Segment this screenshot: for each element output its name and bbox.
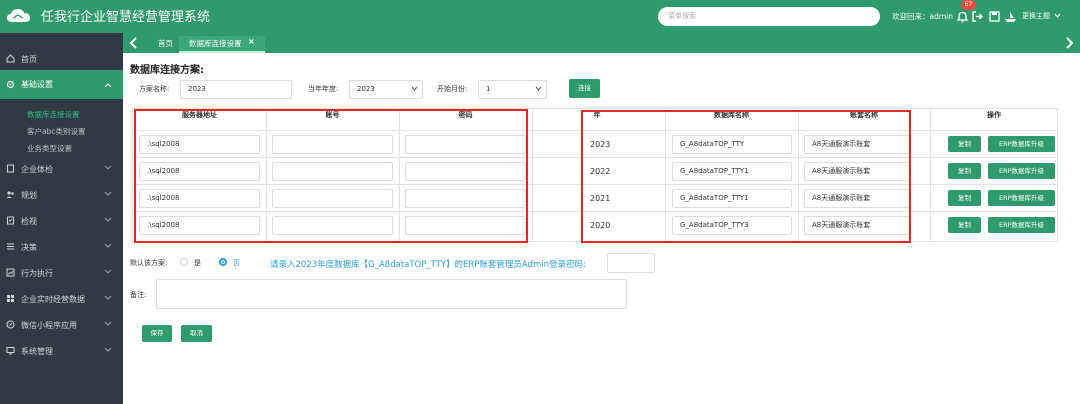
sidebar-item-label: 规划	[21, 191, 37, 200]
cancel-button[interactable]: 取消	[181, 325, 212, 342]
sidebar-item-label: 首页	[21, 55, 37, 64]
building-icon	[7, 164, 14, 173]
logout-icon[interactable]	[971, 10, 984, 23]
menu-search-input[interactable]: 菜单搜索	[658, 7, 880, 26]
welcome-text: 欢迎回来：admin	[892, 12, 953, 21]
save-disk-icon[interactable]	[988, 10, 1001, 23]
start-month-label: 开始月份:	[437, 85, 468, 93]
chart-icon	[6, 268, 15, 277]
copy-button[interactable]: 复制	[948, 163, 981, 179]
sidebar-item-realtime-data[interactable]: 企业实时经营数据	[0, 290, 123, 308]
chevron-down-icon	[104, 269, 112, 274]
chevron-down-icon	[104, 321, 112, 326]
bell-icon[interactable]	[956, 10, 969, 23]
radio-no-selected[interactable]	[219, 258, 227, 266]
sidebar-item-label: 行为执行	[21, 269, 53, 278]
erp-upgrade-button[interactable]: ERP数据库升级	[988, 136, 1055, 152]
erp-upgrade-button[interactable]: ERP数据库升级	[988, 190, 1055, 206]
connect-button[interactable]: 连接	[569, 79, 600, 98]
sidebar-item-label: 企业实时经营数据	[21, 295, 85, 304]
home-icon	[6, 54, 15, 63]
erp-upgrade-button[interactable]: ERP数据库升级	[988, 217, 1055, 233]
start-month-value: 1	[486, 85, 491, 93]
sidebar-item-basic-settings[interactable]: 基础设置	[0, 70, 123, 99]
sidebar-item-wechat-miniapp[interactable]: 微信小程序应用	[0, 316, 123, 334]
top-header: 任我行企业智慧经营管理系统 菜单搜索 欢迎回来：admin 67 更换主题	[0, 0, 1080, 33]
sidebar-subitem-business-type[interactable]: 业务类型设置	[27, 143, 72, 154]
cloud-logo-icon	[7, 9, 30, 22]
sidebar-item-label: 检视	[21, 217, 37, 226]
remark-input[interactable]	[156, 279, 627, 309]
remark-label: 备注:	[130, 291, 147, 299]
start-month-select[interactable]: 1	[478, 80, 547, 99]
sidebar-item-review[interactable]: 检视	[0, 212, 123, 230]
monitor-icon	[6, 347, 15, 355]
sidebar-item-planning[interactable]: 规划	[0, 186, 123, 204]
radio-yes-label: 是	[194, 259, 201, 267]
radio-yes[interactable]	[180, 258, 188, 266]
admin-password-input[interactable]	[607, 253, 655, 273]
change-theme-label: 更换主题	[1022, 12, 1050, 20]
scheme-name-input[interactable]: 2023	[180, 80, 292, 99]
sidebar-subitem-db-connection[interactable]: 数据库连接设置	[27, 109, 80, 120]
sidebar-item-label: 企业体检	[21, 165, 53, 174]
copy-button[interactable]: 复制	[948, 136, 981, 152]
chevron-down-icon	[535, 86, 542, 91]
year-select[interactable]: 2023	[349, 80, 423, 99]
radio-no-label: 否	[233, 259, 240, 267]
chevron-down-icon	[1054, 13, 1061, 18]
list-icon	[7, 243, 14, 250]
chevron-down-icon	[104, 217, 112, 222]
tab-scroll-right-icon[interactable]	[1064, 37, 1074, 49]
tab-db-connection[interactable]: 数据库连接设置 ×	[179, 36, 265, 53]
default-scheme-label: 默认该方案:	[130, 259, 168, 267]
notification-badge: 67	[961, 0, 976, 10]
sidebar-item-system-management[interactable]: 系统管理	[0, 342, 123, 360]
ship-theme-icon[interactable]	[1004, 10, 1017, 23]
sidebar-item-label: 微信小程序应用	[21, 321, 77, 330]
tab-home[interactable]: 首页	[158, 38, 173, 49]
sidebar-item-label: 基础设置	[21, 80, 53, 89]
sidebar-item-execution[interactable]: 行为执行	[0, 264, 123, 282]
copy-button[interactable]: 复制	[948, 217, 981, 233]
tab-db-connection-label: 数据库连接设置	[189, 39, 242, 48]
erp-upgrade-button[interactable]: ERP数据库升级	[988, 163, 1055, 179]
chevron-down-icon	[104, 347, 112, 352]
grid-icon	[7, 295, 14, 302]
app-title: 任我行企业智慧经营管理系统	[41, 10, 211, 25]
chevron-down-icon	[104, 295, 112, 300]
chevron-down-icon	[104, 243, 112, 248]
sidebar-item-decision[interactable]: 决策	[0, 238, 123, 256]
chevron-up-icon	[104, 83, 112, 88]
checklist-icon	[7, 216, 14, 225]
save-button[interactable]: 保存	[142, 325, 172, 342]
year-label: 当年年度:	[308, 85, 339, 93]
sidebar-item-label: 系统管理	[21, 347, 53, 356]
sidebar-item-enterprise-checkup[interactable]: 企业体检	[0, 160, 123, 178]
users-icon	[6, 191, 14, 198]
year-select-value: 2023	[357, 85, 375, 93]
col-header-operations: 操作	[987, 111, 1001, 119]
sidebar-item-home[interactable]: 首页	[0, 50, 123, 68]
sidebar: 首页 基础设置 数据库连接设置 客户abc类别设置 业务类型设置 企业体检 规划…	[0, 33, 123, 404]
change-theme-button[interactable]: 更换主题	[1022, 11, 1061, 21]
chevron-down-icon	[104, 191, 112, 196]
tab-close-icon[interactable]: ×	[248, 37, 255, 46]
gear-icon	[6, 80, 15, 89]
compass-icon	[6, 320, 15, 329]
chevron-down-icon	[104, 165, 112, 170]
highlight-box-left	[134, 109, 528, 243]
sidebar-item-label: 决策	[21, 243, 37, 252]
copy-button[interactable]: 复制	[948, 190, 981, 206]
highlight-box-right	[581, 110, 911, 243]
chevron-down-icon	[411, 86, 418, 91]
admin-password-prompt: 请录入2023年度数据库【G_A8dataTOP_TTY】的ERP账套管理员Ad…	[270, 260, 586, 270]
tab-bar: 首页 数据库连接设置 ×	[123, 33, 1080, 53]
sidebar-subitem-customer-abc[interactable]: 客户abc类别设置	[27, 126, 85, 137]
section-title: 数据库连接方案:	[130, 65, 204, 76]
scheme-name-label: 方案名称:	[139, 85, 170, 93]
tab-scroll-left-icon[interactable]	[129, 37, 139, 49]
